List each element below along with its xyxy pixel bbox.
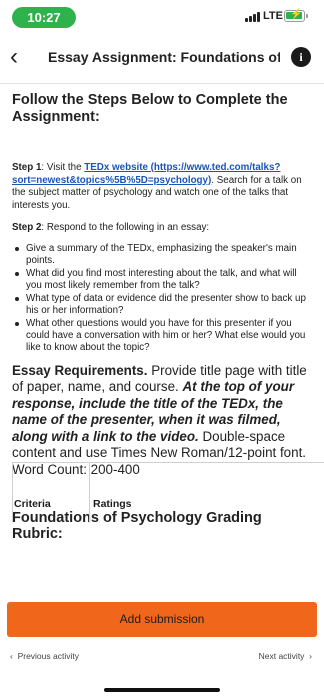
chevron-right-icon: › (304, 651, 312, 661)
status-time: 10:27 (12, 7, 76, 28)
list-item: What type of data or evidence did the pr… (15, 293, 312, 317)
list-item: What other questions would you have for … (15, 318, 312, 354)
question-list: Give a summary of the TEDx, emphasizing … (12, 243, 312, 354)
step-1: Step 1: Visit the TEDx website (https://… (12, 162, 312, 212)
status-bar: 10:27 LTE ⚡ (0, 0, 324, 34)
instructions-title: Follow the Steps Below to Complete the A… (12, 92, 288, 125)
previous-activity-link[interactable]: ‹ Previous activity (10, 651, 79, 661)
essay-requirements-label: Essay Requirements. (12, 362, 148, 378)
step-2-label: Step 2 (12, 222, 42, 233)
next-activity-link[interactable]: Next activity › (259, 651, 312, 661)
step-1-label: Step 1 (12, 162, 42, 173)
list-item: Give a summary of the TEDx, emphasizing … (15, 243, 312, 267)
step-2: Step 2: Respond to the following in an e… (12, 222, 312, 235)
list-item: What did you find most interesting about… (15, 268, 312, 292)
back-arrow-icon[interactable]: ‹ (10, 45, 34, 71)
previous-activity-label: Previous activity (17, 651, 79, 661)
essay-requirements: Essay Requirements. Provide title page w… (12, 363, 312, 479)
info-icon[interactable]: i (291, 47, 311, 67)
column-header-criteria: Criteria (14, 498, 51, 510)
home-indicator (104, 688, 220, 692)
table-column-divider (89, 463, 90, 523)
step-2-text: : Respond to the following in an essay: (41, 222, 210, 233)
step-1-pre: : Visit the (41, 162, 85, 173)
add-submission-button[interactable]: Add submission (7, 602, 317, 637)
next-activity-label: Next activity (258, 651, 305, 661)
signal-icon (245, 12, 261, 22)
network-label: LTE (263, 10, 283, 22)
page-title: Essay Assignment: Foundations of... (48, 49, 280, 65)
assignment-content[interactable]: Follow the Steps Below to Complete the A… (0, 84, 324, 600)
top-bar: ‹ Essay Assignment: Foundations of... i (0, 34, 324, 84)
column-header-ratings: Ratings (93, 498, 132, 510)
battery-icon: ⚡ (284, 9, 308, 22)
rubric-table: Criteria Ratings (12, 462, 324, 523)
activity-navigation: ‹ Previous activity Next activity › (0, 640, 324, 700)
chevron-left-icon: ‹ (10, 651, 18, 661)
